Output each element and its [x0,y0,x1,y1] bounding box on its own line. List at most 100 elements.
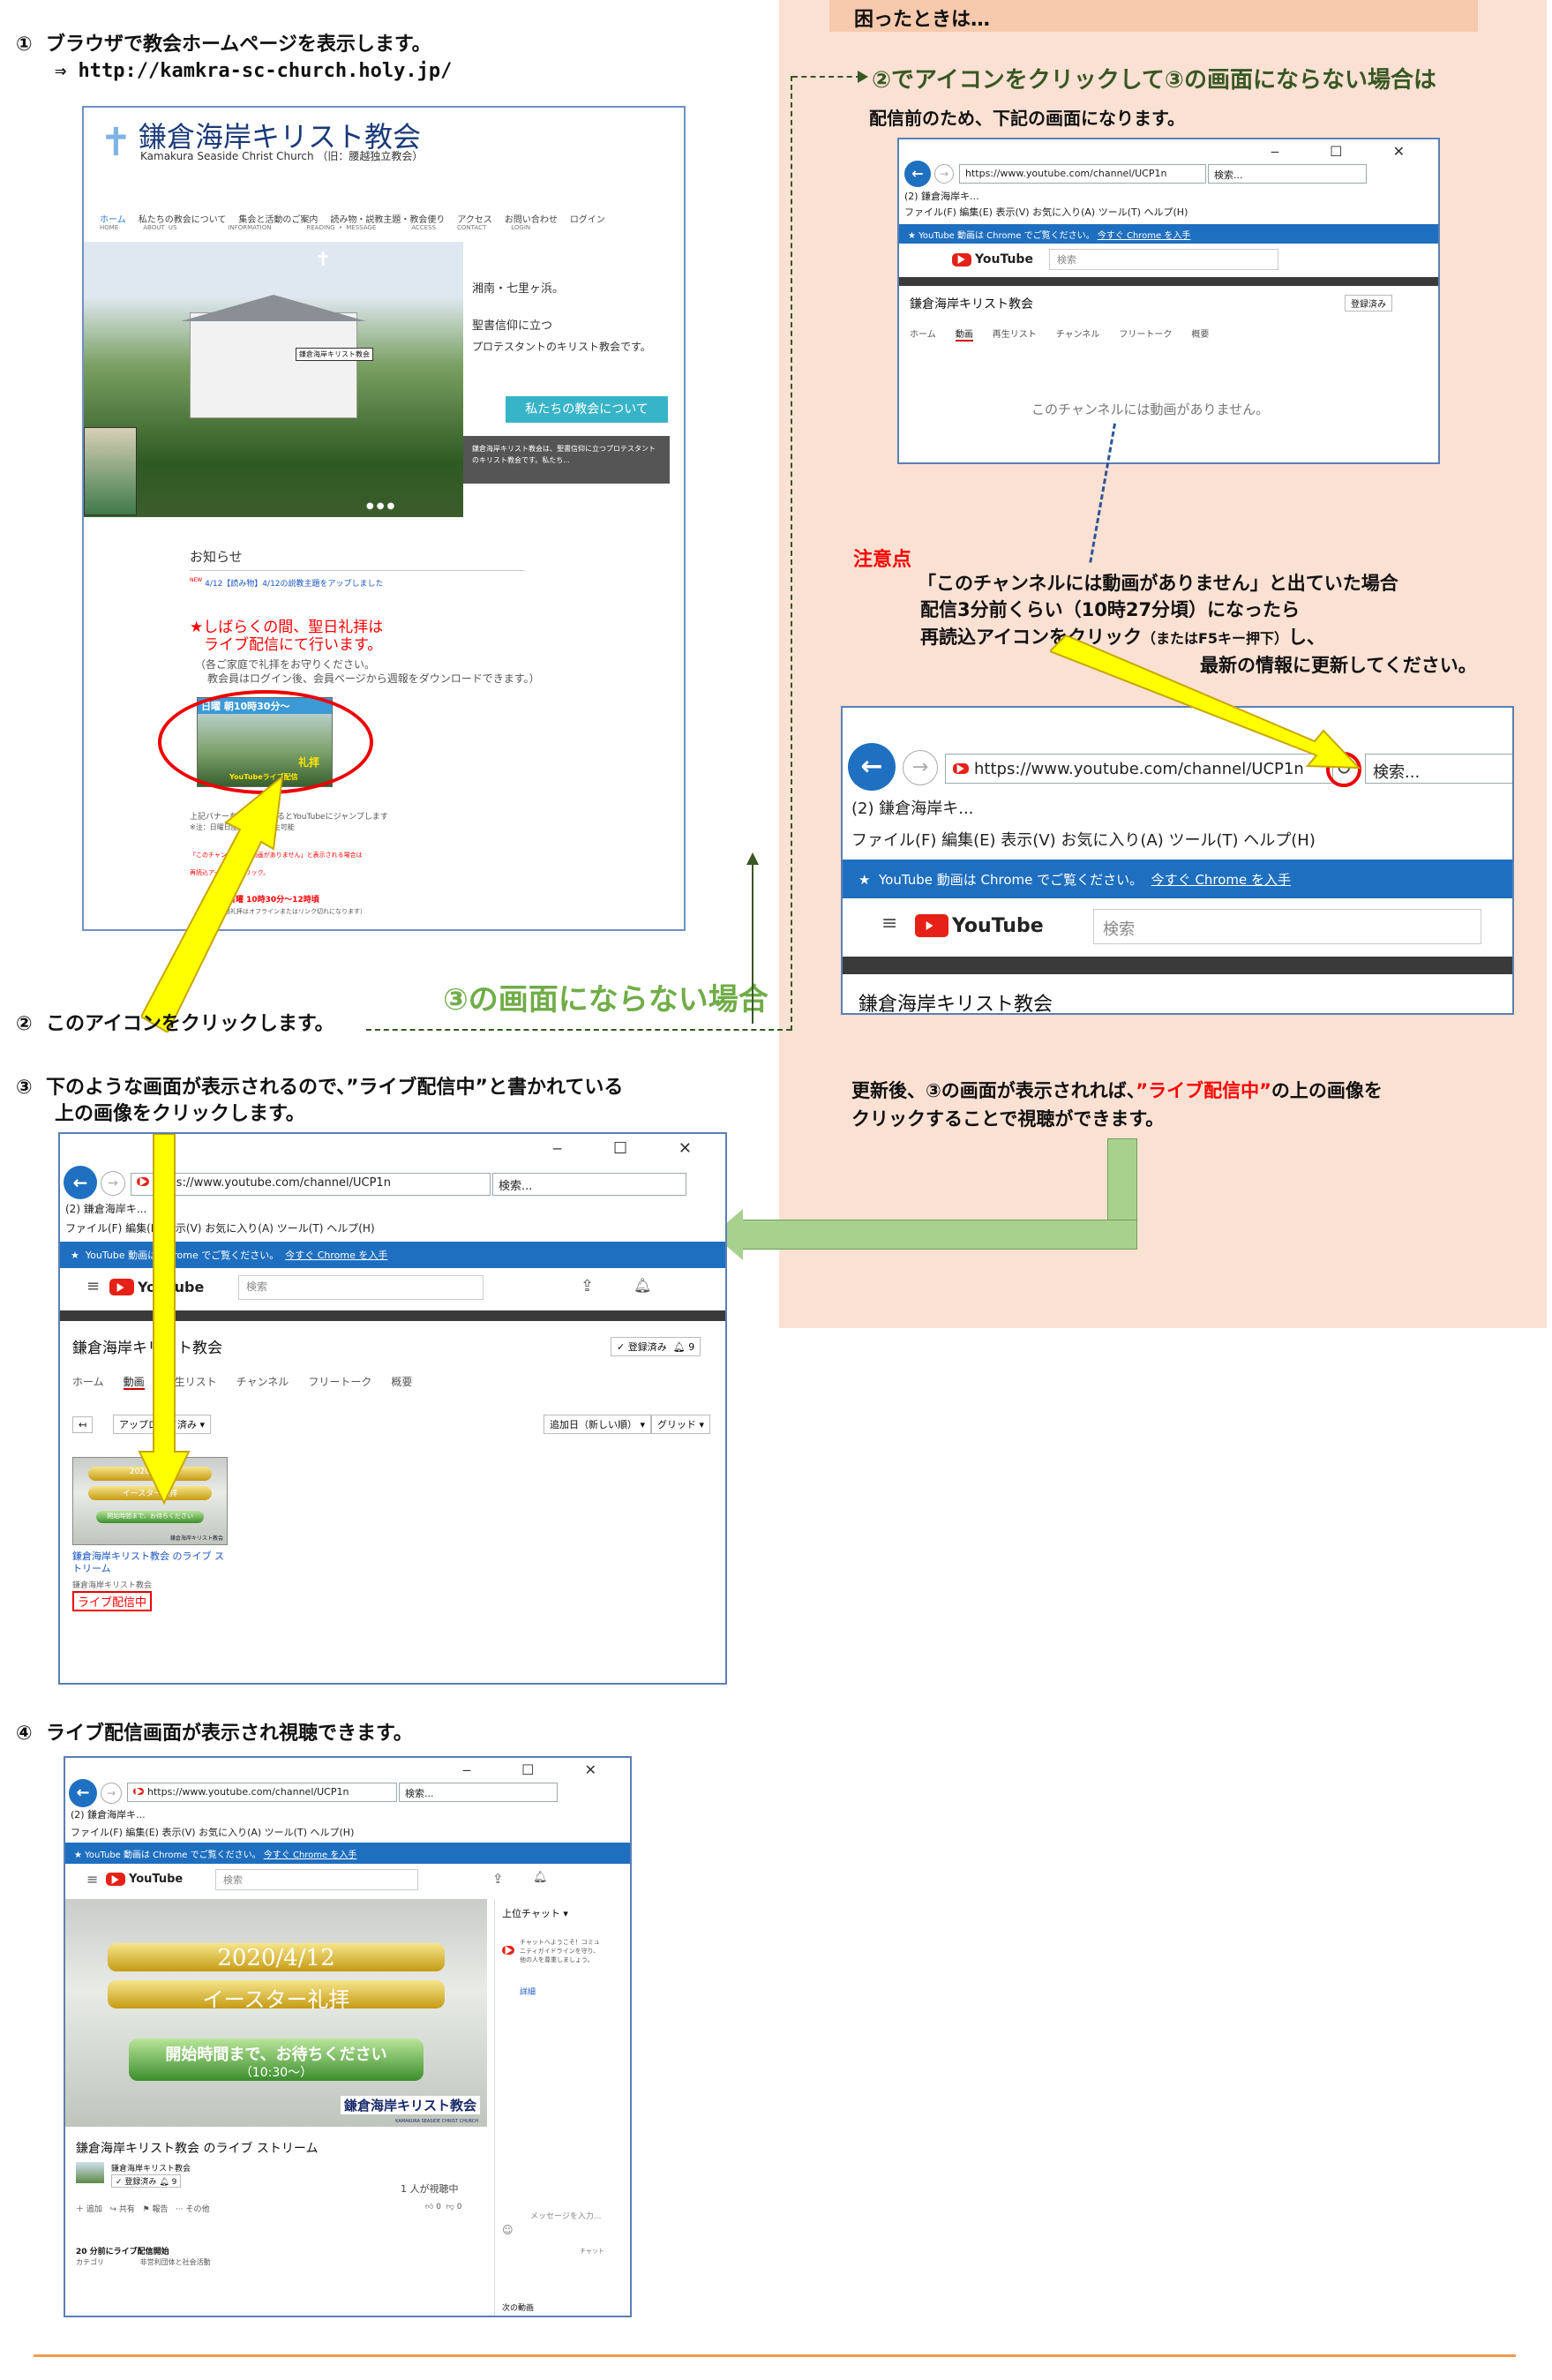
tab-strip-3: (2) 鎌倉海岸キ... [71,1807,630,1821]
forward-icon-large[interactable]: → [903,750,938,785]
back-icon-large[interactable]: ← [848,743,896,791]
menu-edit-3[interactable]: 編集(E) [125,1827,159,1838]
grid-dropdown[interactable]: グリッド ▾ [651,1415,711,1434]
menu-favorites-3[interactable]: お気に入り(A) [199,1827,261,1838]
subscribe-button[interactable]: 登録済み [1345,295,1392,312]
video-title[interactable]: 鎌倉海岸キリスト教会 のライブ ストリーム [72,1550,231,1575]
youtube-logo-large[interactable]: YouTube [915,914,1044,937]
bottom-rule [34,2354,1516,2357]
youtube-search-large[interactable]: 検索 [1093,909,1481,944]
subscribe-button-2[interactable]: ✓ 登録済み 🔔︎ 9 [611,1337,701,1356]
menu-edit-large[interactable]: 編集(E) [941,831,995,850]
menu-view-large[interactable]: 表示(V) [1001,831,1055,850]
tab-title[interactable]: (2) 鎌倉海岸キ... [904,191,979,202]
hamburger-icon-2[interactable]: ≡ [86,1277,100,1295]
action-share[interactable]: ↪ 共有 [109,2205,134,2214]
menu-tools-large[interactable]: ツール(T) [1168,831,1238,850]
menu-help-3[interactable]: ヘルプ(H) [311,1827,355,1838]
youtube-search-3[interactable]: 検索 [215,1869,418,1890]
chrome-link[interactable]: 今すぐ Chrome を入手 [1098,231,1191,241]
address-bar[interactable]: https://www.youtube.com/channel/UCP1n [959,164,1206,184]
player-subscribe-button[interactable]: ✓ 登録済み 🔔︎ 9 [111,2174,182,2188]
menu-help[interactable]: ヘルプ(H) [1144,206,1188,218]
menu-tools-3[interactable]: ツール(T) [265,1827,307,1838]
tab-discussion[interactable]: フリートーク [1119,330,1172,340]
menu-favorites[interactable]: お気に入り(A) [1032,206,1095,218]
after-update-line2: クリックすることで視聴ができます。 [851,1108,1165,1130]
menu-edit[interactable]: 編集(E) [959,206,993,218]
menu-file-2[interactable]: ファイル(F) [65,1222,122,1235]
chat-title[interactable]: 上位チャット ▾ [502,1906,568,1920]
menu-help-large[interactable]: ヘルプ(H) [1243,831,1316,850]
subscriber-count-2: 9 [688,1341,695,1353]
tab-channels[interactable]: チャンネル [1056,330,1100,340]
chrome-link-3[interactable]: 今すぐ Chrome を入手 [264,1851,357,1860]
chrome-link-large[interactable]: 今すぐ Chrome を入手 [1151,872,1291,888]
menu-file-large[interactable]: ファイル(F) [851,831,936,850]
chrome-notice-bar: ★ YouTube 動画は Chrome でご覧ください。 今すぐ Chrome… [899,224,1438,244]
nav-login[interactable]: ログイン [570,215,605,225]
address-bar-3[interactable]: https://www.youtube.com/channel/UCP1n [127,1783,397,1802]
tab-home[interactable]: ホーム [910,330,936,340]
action-add[interactable]: ＋ 追加 [76,2205,102,2214]
tab-home-2[interactable]: ホーム [72,1376,104,1388]
chrome-link-2[interactable]: 今すぐ Chrome を入手 [285,1250,387,1261]
tab-about-2[interactable]: 概要 [391,1376,412,1388]
menu-favorites-large[interactable]: お気に入り(A) [1061,831,1163,850]
back-icon[interactable]: ← [904,161,931,187]
sort-dropdown[interactable]: 追加日（新しい順） ▾ [544,1415,652,1434]
back-to-channel-button[interactable]: ↤ [72,1416,94,1433]
upload-icon[interactable]: ⇪ [581,1277,594,1295]
browser-search[interactable]: 検索... [1208,164,1367,184]
browser-search-2[interactable]: 検索... [492,1173,686,1196]
tab-title-3[interactable]: (2) 鎌倉海岸キ... [71,1809,146,1821]
bell-icon[interactable]: 🔔︎ [634,1277,651,1294]
news-item[interactable]: 4/12【読み物】4/12の説教主題をアップしました [205,580,383,589]
tab-videos[interactable]: 動画 [955,330,973,342]
like-buttons[interactable]: 👍︎ 0 👎︎ 0 [425,2203,461,2211]
player-channel-name[interactable]: 鎌倉海岸キリスト教会 [111,2162,191,2174]
browser-search-3[interactable]: 検索... [399,1783,558,1802]
menu-tools[interactable]: ツール(T) [1098,206,1141,218]
hamburger-icon-3[interactable]: ≡ [86,1871,98,1888]
forward-icon[interactable]: → [934,164,954,184]
menu-view-3[interactable]: 表示(V) [161,1827,195,1838]
youtube-search-2[interactable]: 検索 [238,1275,484,1300]
action-more[interactable]: ··· その他 [176,2205,209,2214]
chat-emoji-icon[interactable]: ☺ [502,2224,514,2236]
live-video-player[interactable]: 2020/4/12 イースター礼拝 開始時間まで、お待ちください （10:30〜… [65,1899,487,2127]
forward-icon-3[interactable]: → [101,1783,122,1804]
menu-favorites-2[interactable]: お気に入り(A) [205,1222,274,1235]
chat-more-link[interactable]: 詳細 [520,1986,536,1997]
menu-file[interactable]: ファイル(F) [904,206,956,218]
youtube-logo[interactable]: YouTube [952,252,1033,267]
menu-view[interactable]: 表示(V) [995,206,1029,218]
chat-send-label[interactable]: チャット [580,2247,604,2256]
tab-title-large[interactable]: (2) 鎌倉海岸キ... [851,800,973,818]
menu-file-3[interactable]: ファイル(F) [71,1827,123,1838]
player-channel-avatar[interactable] [76,2162,104,2183]
upload-icon-3[interactable]: ⇪ [492,1871,504,1887]
menu-help-2[interactable]: ヘルプ(H) [326,1222,374,1235]
bell-icon-3[interactable]: 🔔︎ [533,1871,548,1884]
youtube-logo-3[interactable]: YouTube [106,1873,183,1886]
youtube-search[interactable]: 検索 [1049,249,1278,270]
video-channel[interactable]: 鎌倉海岸キリスト教会 [72,1579,152,1590]
browser-search-large[interactable]: 検索... [1365,754,1512,784]
after-update-b: の上の画像を [1271,1080,1383,1101]
player-church: 鎌倉海岸キリスト教会 [340,2096,480,2114]
slide-dots[interactable]: ●●● [366,501,397,511]
forward-icon-2[interactable]: → [101,1171,125,1196]
chat-input[interactable]: メッセージを入力... [530,2210,601,2221]
about-button[interactable]: 私たちの教会について [506,396,668,423]
action-report[interactable]: ⚑ 報告 [143,2205,169,2214]
tab-channels-2[interactable]: チャンネル [236,1376,289,1388]
tab-discussion-2[interactable]: フリートーク [308,1376,371,1388]
back-icon-3[interactable]: ← [69,1779,97,1807]
tab-playlists[interactable]: 再生リスト [993,330,1037,340]
menu-tools-2[interactable]: ツール(T) [277,1222,324,1235]
hamburger-icon[interactable]: ≡ [881,912,897,935]
tab-title-2[interactable]: (2) 鎌倉海岸キ... [65,1203,146,1215]
tab-about[interactable]: 概要 [1191,330,1209,340]
back-icon-2[interactable]: ← [64,1166,97,1199]
